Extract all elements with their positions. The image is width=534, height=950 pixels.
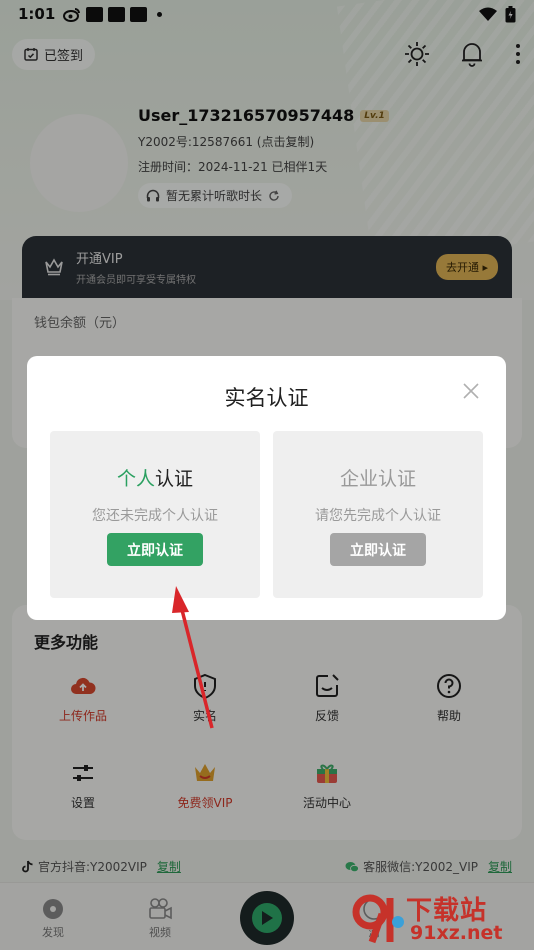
personal-title-accent: 个人 (116, 468, 155, 490)
company-verify-button: 立即认证 (330, 533, 426, 566)
watermark-domain: 91xz.net (410, 922, 503, 944)
personal-verify-title: 个人认证 (50, 464, 260, 491)
personal-verify-button[interactable]: 立即认证 (107, 533, 203, 566)
realname-dialog: 实名认证 个人认证 您还未完成个人认证 立即认证 企业认证 请您先完成个人认证 … (27, 356, 506, 620)
personal-title-rest: 认证 (155, 468, 194, 490)
company-verify-title: 企业认证 (339, 468, 416, 490)
watermark: 下载站 91xz.net (350, 890, 528, 946)
company-verify-card: 企业认证 请您先完成个人认证 立即认证 (273, 431, 483, 598)
company-verify-desc: 请您先完成个人认证 (315, 508, 441, 524)
dialog-title: 实名认证 (224, 386, 309, 410)
close-icon[interactable] (460, 380, 482, 402)
personal-verify-desc: 您还未完成个人认证 (92, 508, 218, 524)
watermark-logo-icon (352, 894, 404, 944)
personal-verify-card[interactable]: 个人认证 您还未完成个人认证 立即认证 (50, 431, 260, 598)
